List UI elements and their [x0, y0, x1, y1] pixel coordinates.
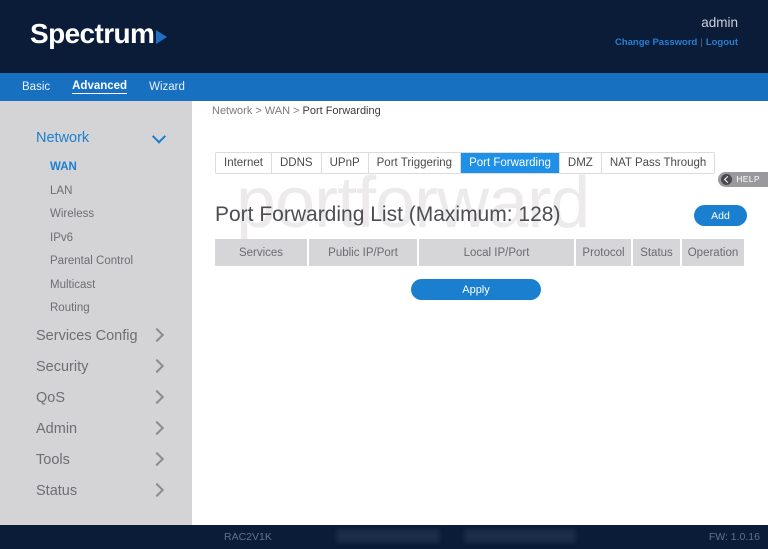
sidebar-item-wan[interactable]: WAN: [50, 156, 192, 180]
sidebar-group-label-network: Network: [36, 130, 90, 146]
chevron-left-circle-icon: [721, 174, 733, 185]
sidebar-group-label-qos: QoS: [36, 389, 66, 406]
link-separator: |: [700, 37, 703, 48]
nav-item-wizard[interactable]: Wizard: [149, 81, 185, 94]
sidebar-item-multicast[interactable]: Multicast: [50, 274, 192, 298]
tab-port-forwarding[interactable]: Port Forwarding: [461, 153, 560, 173]
sidebar-group-qos[interactable]: QoS: [0, 383, 192, 414]
redacted-field-1: [336, 529, 440, 543]
sidebar-subitems-network: WAN LAN Wireless IPv6 Parental Control M…: [0, 154, 192, 321]
change-password-link[interactable]: Change Password: [615, 37, 697, 48]
main-content: Network > WAN > Port Forwarding portforward …: [192, 101, 768, 525]
column-header-public-ip-port: Public IP/Port: [309, 239, 417, 266]
sidebar-group-label-admin: Admin: [36, 420, 78, 437]
page-title: Port Forwarding List (Maximum: 128): [215, 203, 561, 226]
tab-ddns[interactable]: DDNS: [272, 153, 322, 173]
breadcrumb-current: Port Forwarding: [302, 105, 381, 117]
tab-nat-pass-through[interactable]: NAT Pass Through: [601, 153, 715, 173]
sidebar-group-services-config[interactable]: Services Config: [0, 321, 192, 352]
router-admin-page: Spectrum admin Change Password | Logout Ba…: [0, 0, 768, 549]
sidebar-group-label-security: Security: [36, 358, 89, 375]
brand-name: Spectrum: [30, 18, 155, 49]
column-header-local-ip-port: Local IP/Port: [419, 239, 574, 266]
breadcrumb-root[interactable]: Network: [212, 105, 252, 117]
help-button[interactable]: HELP: [718, 172, 768, 187]
sidebar-item-routing[interactable]: Routing: [50, 297, 192, 321]
sidebar-group-tools[interactable]: Tools: [0, 445, 192, 476]
primary-nav-items: Basic Advanced Wizard: [22, 73, 207, 101]
redacted-field-2: [464, 529, 576, 543]
breadcrumb: Network > WAN > Port Forwarding: [212, 103, 381, 119]
sidebar-group-admin[interactable]: Admin: [0, 414, 192, 445]
help-label: HELP: [736, 174, 760, 184]
sidebar: Network WAN LAN Wireless IPv6 Parental C…: [0, 101, 192, 525]
sidebar-group-network[interactable]: Network: [0, 123, 192, 154]
breadcrumb-middle[interactable]: WAN: [265, 105, 290, 117]
footer-model-label: RAC2V1K: [224, 531, 272, 543]
footer-firmware-label: FW: 1.0.16: [708, 531, 760, 543]
column-header-status: Status: [633, 239, 680, 266]
sidebar-group-status[interactable]: Status: [0, 476, 192, 507]
play-arrow-icon: [156, 30, 168, 44]
column-header-protocol: Protocol: [576, 239, 631, 266]
footer-bar: RAC2V1K FW: 1.0.16: [0, 525, 768, 549]
breadcrumb-separator: >: [255, 105, 262, 117]
sidebar-item-wireless[interactable]: Wireless: [50, 203, 192, 227]
account-area: admin Change Password | Logout: [615, 14, 738, 49]
tab-port-triggering[interactable]: Port Triggering: [368, 153, 462, 173]
nav-item-basic[interactable]: Basic: [22, 81, 50, 94]
sidebar-group-label-status: Status: [36, 482, 78, 499]
column-header-operation: Operation: [682, 239, 744, 266]
sidebar-item-ipv6[interactable]: IPv6: [50, 227, 192, 251]
nav-item-advanced[interactable]: Advanced: [72, 80, 128, 94]
column-header-services: Services: [215, 239, 307, 266]
tab-upnp[interactable]: UPnP: [321, 153, 369, 173]
add-button[interactable]: Add: [694, 205, 747, 226]
tab-dmz[interactable]: DMZ: [559, 153, 602, 173]
breadcrumb-separator: >: [293, 105, 300, 117]
logout-link[interactable]: Logout: [706, 37, 738, 48]
tab-internet[interactable]: Internet: [216, 153, 272, 173]
sidebar-item-lan[interactable]: LAN: [50, 180, 192, 204]
sub-tabs: Internet DDNS UPnP Port Triggering Port …: [215, 152, 716, 174]
sidebar-group-security[interactable]: Security: [0, 352, 192, 383]
spectrum-logo[interactable]: Spectrum: [30, 18, 168, 49]
sidebar-group-label-tools: Tools: [36, 451, 70, 468]
top-header-bar: Spectrum admin Change Password | Logout: [0, 0, 768, 73]
apply-button[interactable]: Apply: [411, 279, 541, 300]
sidebar-group-label-services-config: Services Config: [36, 327, 138, 344]
port-forwarding-table-header: Services Public IP/Port Local IP/Port Pr…: [215, 239, 744, 266]
primary-nav-bar: Basic Advanced Wizard: [0, 73, 768, 101]
sidebar-item-parental-control[interactable]: Parental Control: [50, 250, 192, 274]
account-links: Change Password | Logout: [615, 37, 738, 49]
username-label: admin: [701, 15, 738, 30]
